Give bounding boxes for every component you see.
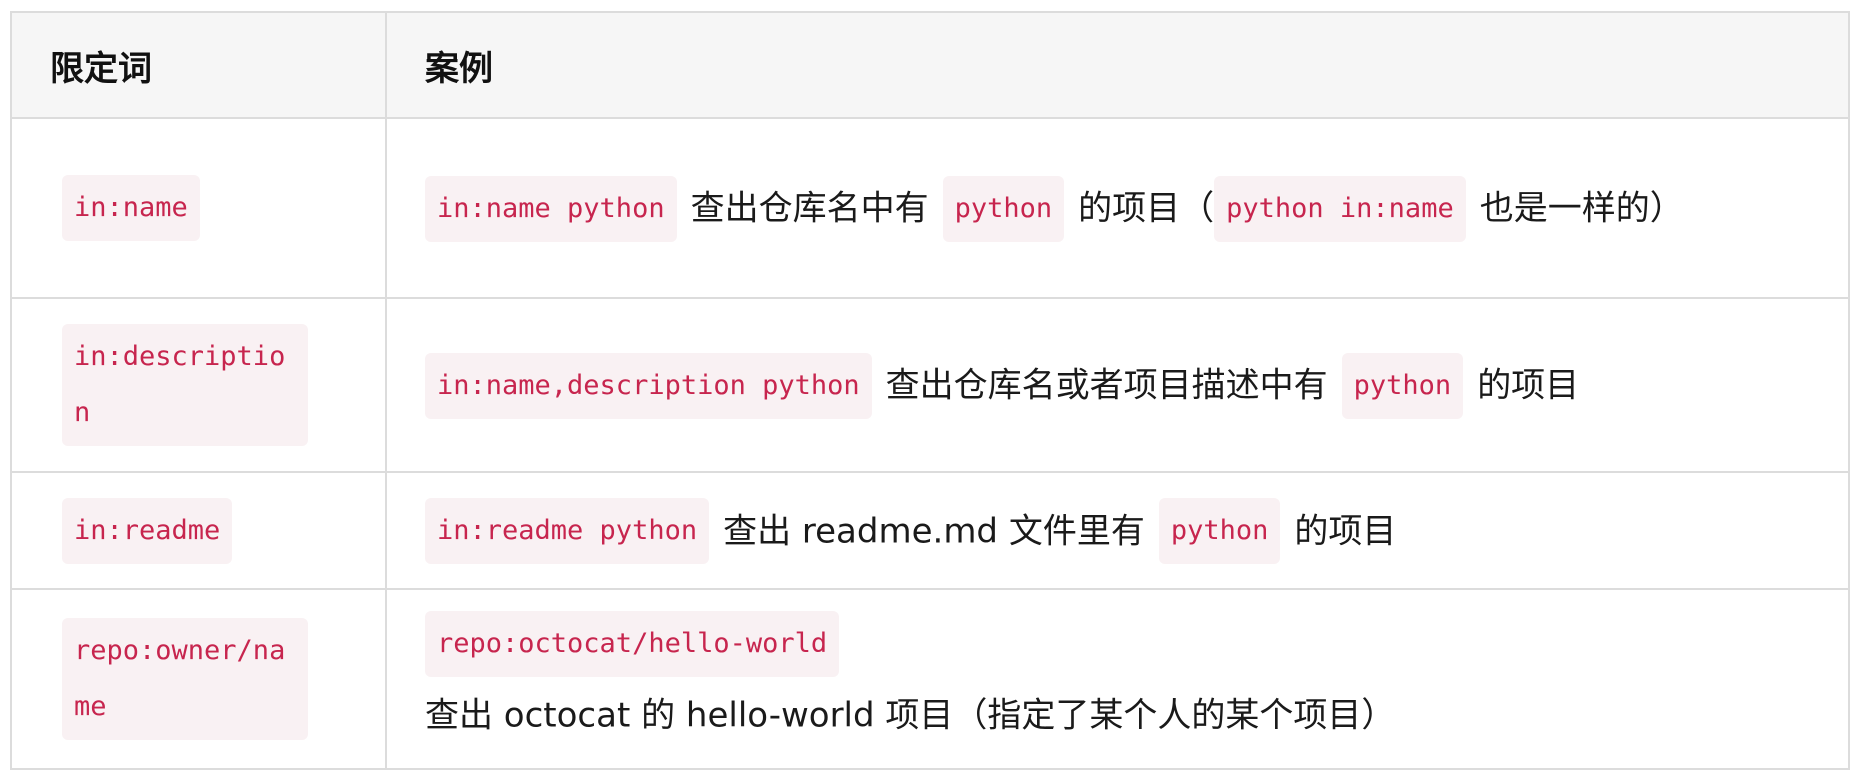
example-text: 的项目（: [1078, 188, 1215, 229]
example-code: python: [1341, 352, 1464, 419]
qualifier-cell: in:description: [10, 297, 387, 473]
example-text: 查出 readme.md 文件里有: [723, 511, 1145, 552]
example-cell: in:name,description python 查出仓库名或者项目描述中有 p…: [385, 297, 1850, 473]
example-code: in:readme python: [425, 498, 710, 565]
column-header-example: 案例: [385, 11, 1850, 119]
example-code: python: [1158, 498, 1281, 565]
example-code: in:name,description python: [425, 352, 872, 419]
column-header-qualifier: 限定词: [10, 11, 387, 119]
example-cell: in:readme python 查出 readme.md 文件里有 python 的…: [385, 471, 1850, 590]
example-cell: in:name python 查出仓库名中有 python 的项目（ python in…: [385, 117, 1850, 299]
page: 限定词 案例 in:name in:name python 查出仓库名中有 pyth…: [0, 0, 1858, 780]
example-text: 也是一样的）: [1479, 188, 1684, 229]
table-row: in:description in:name,description pytho…: [10, 297, 1850, 473]
qualifier-code: repo:owner/name: [62, 618, 308, 740]
table-row: repo:owner/name repo:octocat/hello-world…: [10, 588, 1850, 770]
example-code: python in:name: [1214, 175, 1466, 242]
example-text: 查出仓库名中有: [690, 188, 929, 229]
example-code: python: [942, 175, 1065, 242]
table-row: in:name in:name python 查出仓库名中有 python 的项目（ p…: [10, 117, 1850, 299]
example-text: 的项目: [1294, 511, 1397, 552]
qualifier-cell: in:name: [10, 117, 387, 299]
qualifier-cell: in:readme: [10, 471, 387, 590]
table-header-row: 限定词 案例: [10, 11, 1850, 119]
example-text: 查出仓库名或者项目描述中有: [885, 365, 1328, 406]
qualifier-code: in:description: [62, 324, 308, 446]
qualifier-table: 限定词 案例 in:name in:name python 查出仓库名中有 pyth…: [10, 11, 1850, 770]
example-text: 查出 octocat 的 hello-world 项目（指定了某个人的某个项目）: [425, 695, 1396, 736]
example-cell: repo:octocat/hello-world 查出 octocat 的 hel…: [385, 588, 1850, 770]
example-text: 的项目: [1477, 365, 1580, 406]
qualifier-code: in:name: [62, 175, 200, 241]
example-code: repo:octocat/hello-world: [425, 610, 840, 677]
qualifier-cell: repo:owner/name: [10, 588, 387, 770]
qualifier-code: in:readme: [62, 497, 233, 564]
example-code: in:name python: [425, 175, 677, 242]
table-row: in:readme in:readme python 查出 readme.md 文…: [10, 471, 1850, 590]
